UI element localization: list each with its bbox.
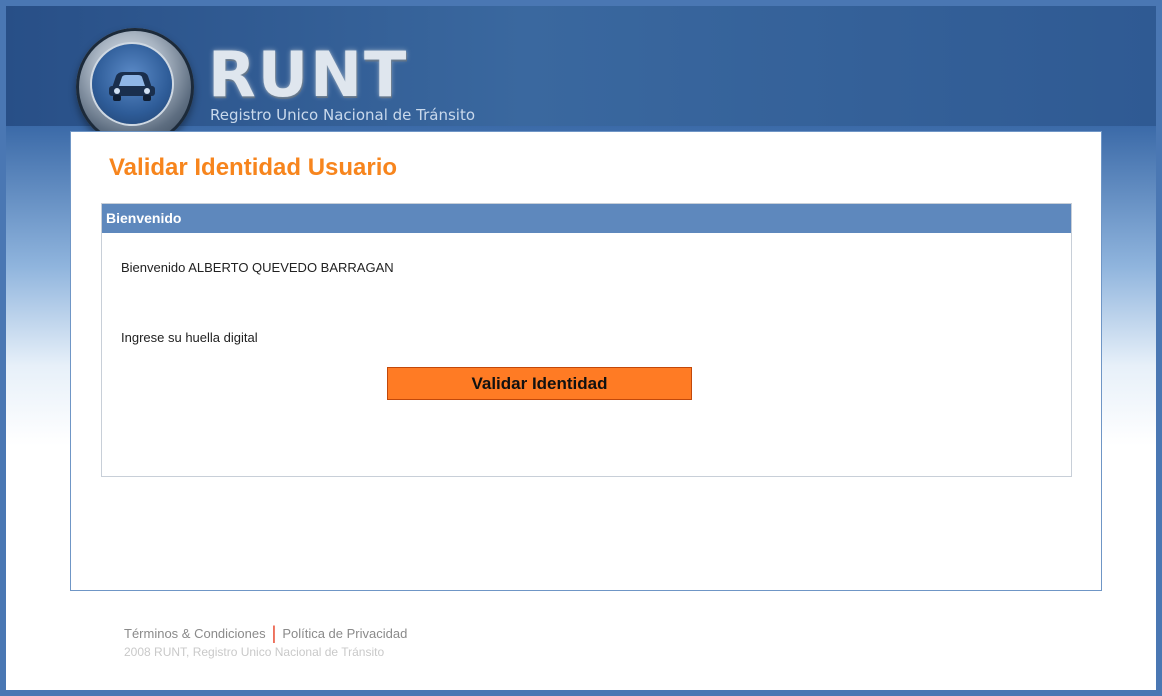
privacy-link[interactable]: Política de Privacidad <box>282 626 407 641</box>
terms-link[interactable]: Términos & Condiciones <box>124 626 266 641</box>
copyright-text: 2008 RUNT, Registro Unico Nacional de Tr… <box>124 645 385 659</box>
logo-inner-disc <box>92 44 172 124</box>
car-logo-icon <box>109 72 155 101</box>
validate-identity-button[interactable]: Validar Identidad <box>387 367 692 400</box>
brand-subtitle: Registro Unico Nacional de Tránsito <box>210 106 476 124</box>
page-title: Validar Identidad Usuario <box>109 154 398 181</box>
welcome-text: Bienvenido ALBERTO QUEVEDO BARRAGAN <box>121 260 394 275</box>
brand-name: RUNT <box>208 38 409 111</box>
welcome-panel: Bienvenido Bienvenido ALBERTO QUEVEDO BA… <box>101 203 1072 477</box>
panel-heading: Bienvenido <box>102 204 1071 233</box>
fingerprint-label: Ingrese su huella digital <box>121 330 258 345</box>
footer-separator: | <box>271 623 277 643</box>
main-content: Validar Identidad Usuario Bienvenido Bie… <box>70 131 1102 591</box>
footer: Términos & Condiciones | Política de Priva… <box>124 622 407 659</box>
footer-links: Términos & Condiciones | Política de Priva… <box>124 622 407 643</box>
runt-logo <box>76 28 194 146</box>
